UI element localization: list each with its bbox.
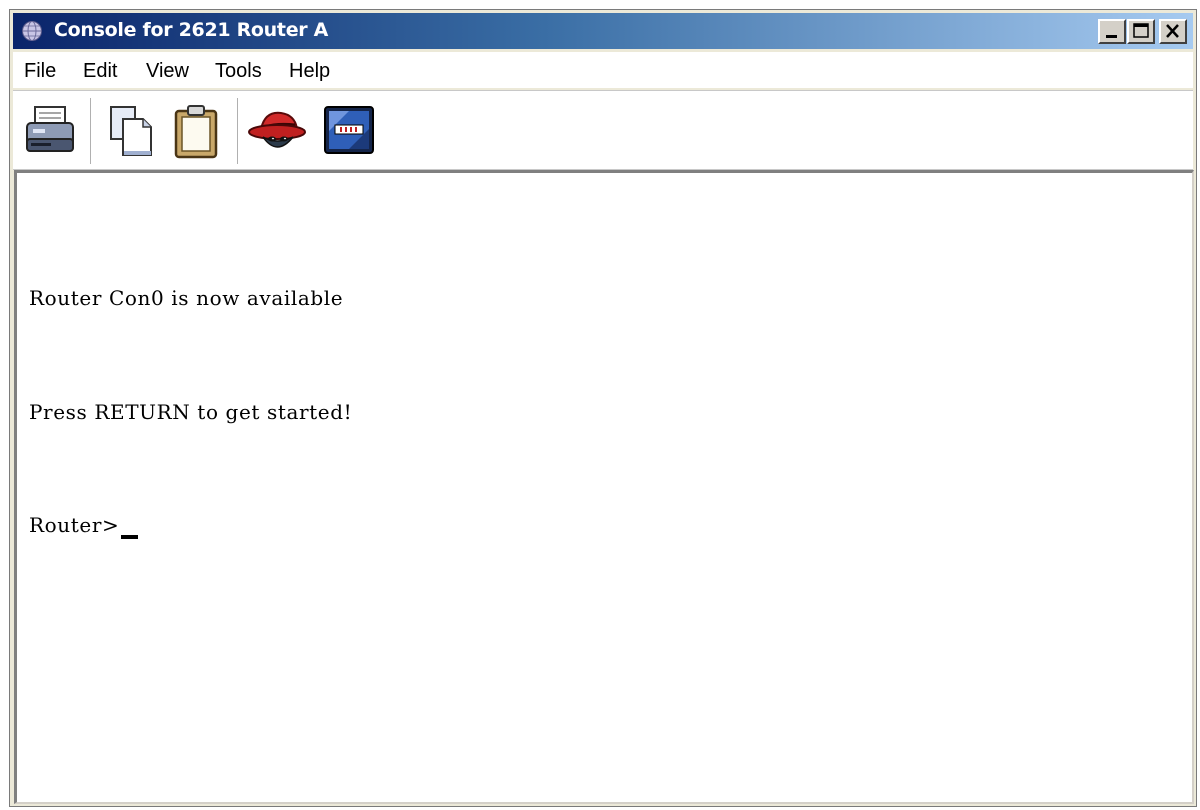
minimize-button[interactable]	[1098, 19, 1126, 44]
window-title: Console for 2621 Router A	[54, 19, 329, 41]
toolbar-separator	[237, 98, 239, 164]
menu-file[interactable]: File	[24, 60, 56, 83]
close-button[interactable]	[1159, 19, 1187, 44]
menu-tools[interactable]: Tools	[215, 60, 262, 83]
menu-bar: File Edit View Tools Help	[13, 52, 1193, 88]
terminal-prompt-line[interactable]: Router>	[29, 513, 139, 539]
connect-icon	[324, 106, 374, 154]
app-globe-icon[interactable]	[21, 20, 43, 42]
copy-button[interactable]	[101, 101, 161, 161]
spy-hat-icon	[248, 111, 306, 148]
terminal-prompt: Router>	[29, 513, 120, 537]
terminal-line: Router Con0 is now available	[29, 286, 344, 310]
terminal-line: Press RETURN to get started!	[29, 400, 353, 424]
toolbar-separator	[90, 98, 92, 164]
terminal-output[interactable]: Router Con0 is now available Press RETUR…	[14, 170, 1194, 804]
maximize-button[interactable]	[1127, 19, 1155, 44]
title-bar[interactable]: Console for 2621 Router A	[13, 13, 1193, 49]
spy-hat-button[interactable]	[247, 101, 307, 161]
close-icon	[1166, 24, 1179, 38]
menu-edit[interactable]: Edit	[83, 60, 117, 83]
print-icon	[26, 106, 74, 152]
console-window: Console for 2621 Router A File Edit View…	[9, 9, 1197, 807]
paste-icon	[174, 105, 218, 159]
minimize-icon	[1106, 35, 1117, 38]
connect-button[interactable]	[319, 101, 379, 161]
print-button[interactable]	[21, 101, 81, 161]
text-cursor	[121, 535, 139, 539]
menu-help[interactable]: Help	[289, 60, 330, 83]
menu-view[interactable]: View	[146, 60, 189, 83]
copy-icon	[110, 106, 152, 156]
maximize-icon	[1133, 23, 1149, 38]
paste-button[interactable]	[168, 101, 228, 161]
toolbar	[13, 90, 1193, 170]
